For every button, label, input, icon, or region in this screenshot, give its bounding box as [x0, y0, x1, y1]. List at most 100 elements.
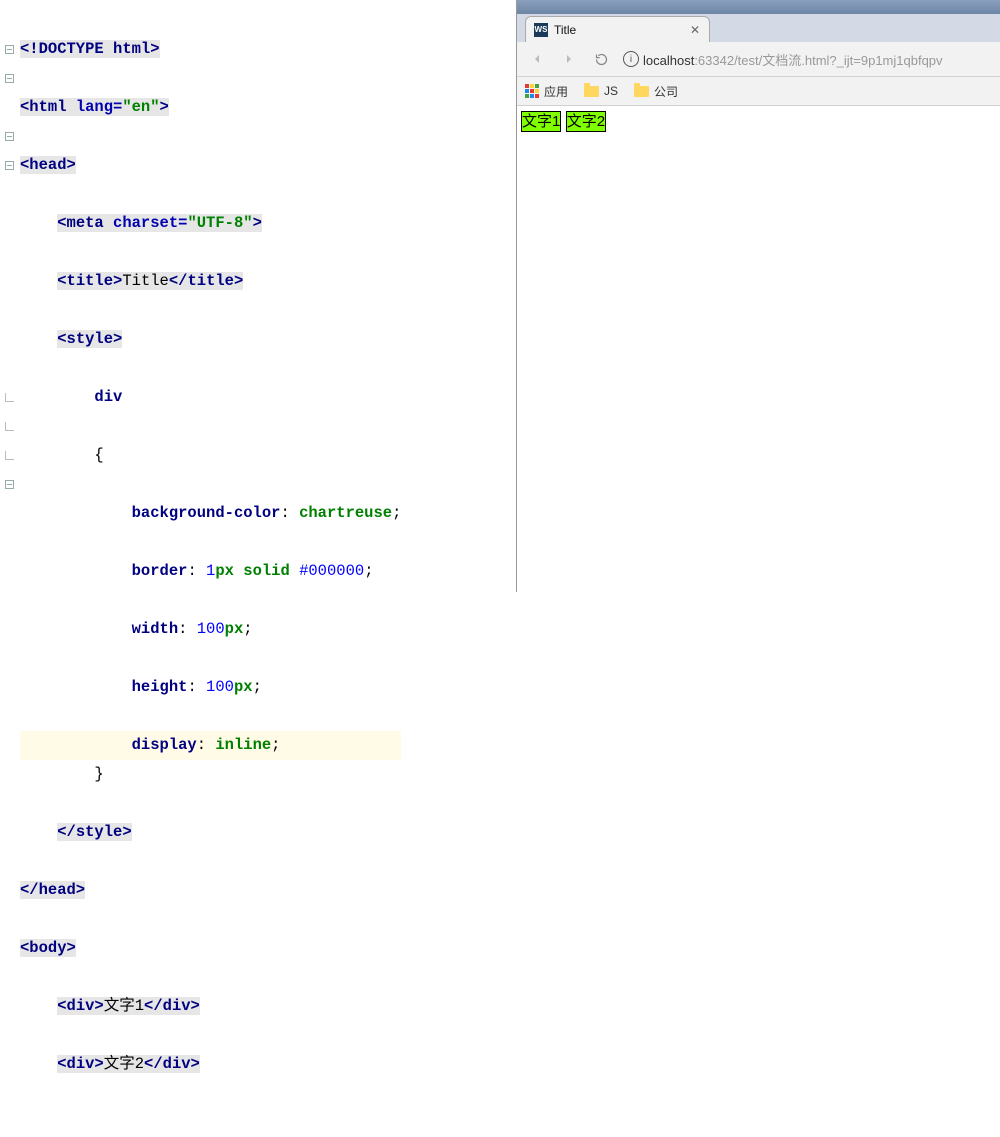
code-indent: [20, 620, 132, 638]
tab-title: Title: [554, 23, 683, 37]
code-indent: [20, 214, 57, 232]
bookmark-folder-company[interactable]: 公司: [634, 83, 678, 100]
code-token: }: [94, 765, 103, 783]
code-token: <body>: [20, 939, 76, 957]
code-token: :: [178, 620, 197, 638]
code-token: background-color: [132, 504, 281, 522]
fold-icon[interactable]: [5, 480, 14, 489]
fold-end-icon: [5, 422, 14, 431]
forward-button[interactable]: [555, 45, 583, 73]
url-host: localhost: [643, 53, 694, 68]
code-token: div: [94, 388, 122, 406]
code-token: 文字2: [104, 1055, 144, 1073]
code-indent: [20, 1055, 57, 1073]
code-indent: [20, 504, 132, 522]
editor-gutter: [0, 0, 18, 1137]
code-token: Title: [122, 272, 169, 290]
bookmark-label: 公司: [654, 83, 678, 100]
tab-decoration: [710, 16, 728, 42]
bookmark-folder-js[interactable]: JS: [584, 84, 618, 98]
code-token: :: [197, 736, 216, 754]
address-bar: i localhost:63342/test/文档流.html?_ijt=9p1…: [517, 42, 1000, 77]
code-token: <meta: [57, 214, 113, 232]
code-token: <div>: [57, 1055, 104, 1073]
fold-end-icon: [5, 451, 14, 460]
code-token: :: [280, 504, 299, 522]
fold-icon[interactable]: [5, 45, 14, 54]
code-token: ;: [243, 620, 252, 638]
code-text[interactable]: <!DOCTYPE html> <html lang="en"> <head> …: [18, 0, 401, 1137]
code-token: px: [225, 620, 244, 638]
code-token: <style>: [57, 330, 122, 348]
back-button[interactable]: [523, 45, 551, 73]
code-token: width: [132, 620, 179, 638]
bookmark-bar: 应用 JS 公司: [517, 77, 1000, 106]
code-token: charset=: [113, 214, 187, 232]
code-indent: [20, 736, 132, 754]
code-token: inline: [215, 736, 271, 754]
code-token: solid: [243, 562, 299, 580]
code-token: height: [132, 678, 188, 696]
code-token: </style>: [57, 823, 131, 841]
code-token: "en": [122, 98, 159, 116]
code-token: </title>: [169, 272, 243, 290]
code-token: lang=: [76, 98, 123, 116]
code-token: 100: [197, 620, 225, 638]
code-token: ;: [364, 562, 373, 580]
fold-icon[interactable]: [5, 132, 14, 141]
arrow-left-icon: [529, 51, 545, 67]
fold-icon[interactable]: [5, 161, 14, 170]
browser-tab[interactable]: WS Title ✕: [525, 16, 710, 42]
code-token: <div>: [57, 997, 104, 1015]
code-token: :: [187, 562, 206, 580]
tab-strip: WS Title ✕: [517, 14, 1000, 42]
apps-grid-icon: [525, 84, 539, 98]
code-indent: [20, 765, 94, 783]
rendered-div-2: 文字2: [566, 111, 606, 132]
arrow-right-icon: [561, 51, 577, 67]
close-tab-icon[interactable]: ✕: [689, 24, 701, 36]
code-token: ;: [253, 678, 262, 696]
code-token: display: [132, 736, 197, 754]
code-token: <title>: [57, 272, 122, 290]
code-editor-pane: <!DOCTYPE html> <html lang="en"> <head> …: [0, 0, 517, 592]
code-token: #000000: [299, 562, 364, 580]
code-token: border: [132, 562, 188, 580]
code-indent: [20, 330, 57, 348]
fold-icon[interactable]: [5, 74, 14, 83]
code-token: 1: [206, 562, 215, 580]
code-token: </div>: [144, 1055, 200, 1073]
code-token: >: [253, 214, 262, 232]
window-titlebar: [517, 0, 1000, 14]
code-token: "UTF-8": [187, 214, 252, 232]
code-token: chartreuse: [299, 504, 392, 522]
bookmark-label: JS: [604, 84, 618, 98]
url-path: :63342/test/文档流.html?_ijt=9p1mj1qbfqpv: [694, 53, 942, 68]
code-area[interactable]: <!DOCTYPE html> <html lang="en"> <head> …: [0, 0, 516, 1137]
code-indent: [20, 388, 94, 406]
browser-pane: WS Title ✕ i localhost:63342/test/文档流.ht…: [517, 0, 1000, 592]
code-token: px: [215, 562, 243, 580]
code-indent: [20, 823, 57, 841]
code-token: {: [94, 446, 103, 464]
code-token: ;: [392, 504, 401, 522]
url-text[interactable]: localhost:63342/test/文档流.html?_ijt=9p1mj…: [643, 50, 943, 69]
code-indent: [20, 272, 57, 290]
code-token: 文字1: [104, 997, 144, 1015]
apps-label: 应用: [544, 83, 568, 100]
code-indent: [20, 997, 57, 1015]
apps-shortcut[interactable]: 应用: [525, 83, 568, 100]
reload-button[interactable]: [587, 45, 615, 73]
code-token: <head>: [20, 156, 76, 174]
folder-icon: [634, 86, 649, 97]
code-indent: [20, 678, 132, 696]
code-token: <html: [20, 98, 76, 116]
code-token: 100: [206, 678, 234, 696]
site-info-icon[interactable]: i: [623, 51, 639, 67]
code-token: px: [234, 678, 253, 696]
webstorm-favicon-icon: WS: [534, 23, 548, 37]
code-indent: [20, 562, 132, 580]
code-token: >: [160, 98, 169, 116]
reload-icon: [594, 52, 609, 67]
fold-end-icon: [5, 393, 14, 402]
